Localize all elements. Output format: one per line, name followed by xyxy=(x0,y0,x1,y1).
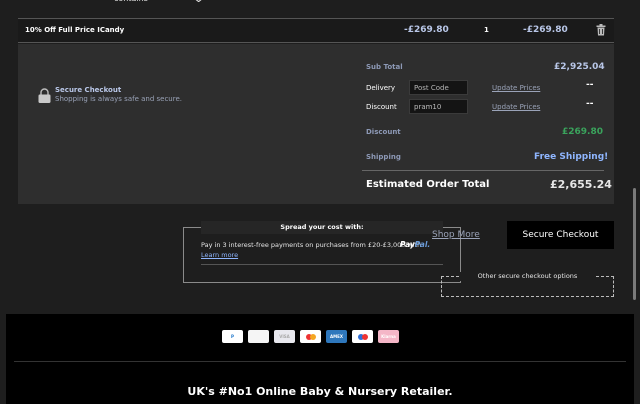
card-circle xyxy=(361,333,368,340)
subtotal-value: £2,925.04 xyxy=(554,62,605,72)
postcode-input[interactable] xyxy=(409,80,468,95)
secure-checkout-title: Secure Checkout xyxy=(55,86,122,94)
secure-checkout-button[interactable]: Secure Checkout xyxy=(507,221,614,249)
learn-more-link[interactable]: Learn more xyxy=(201,251,238,259)
divider xyxy=(14,361,626,362)
shipping-label: Shipping xyxy=(366,153,401,161)
card-generic-icon xyxy=(248,330,269,343)
other-checkout-options-label: Other secure checkout options xyxy=(460,272,595,281)
contains-label: contains xyxy=(114,0,148,3)
finance-text: Pay in 3 interest-free payments on purch… xyxy=(201,241,422,249)
estimated-total-label: Estimated Order Total xyxy=(366,179,490,190)
paypal-icon: P xyxy=(222,330,243,343)
finance-heading: Spread your cost with: xyxy=(201,221,443,234)
order-summary-panel: Secure Checkout Shopping is always safe … xyxy=(18,44,614,204)
update-prices-link-delivery[interactable]: Update Prices xyxy=(492,84,540,92)
card-circle xyxy=(309,333,316,340)
payment-methods: P VISA AMEX Klarna xyxy=(222,330,399,343)
discount-code-input[interactable] xyxy=(409,99,468,114)
delivery-label: Delivery xyxy=(366,84,396,92)
update-prices-link-discount[interactable]: Update Prices xyxy=(492,103,540,111)
scrollbar-thumb[interactable] xyxy=(633,188,636,300)
discount-code-label: Discount xyxy=(366,103,397,111)
divider xyxy=(201,264,443,265)
shop-more-link[interactable]: Shop More xyxy=(432,230,480,240)
shipping-value: Free Shipping! xyxy=(534,152,609,162)
discount-amount-value: £269.80 xyxy=(562,127,603,137)
discount-code-value: -- xyxy=(586,99,594,109)
maestro-icon xyxy=(352,330,373,343)
amex-icon: AMEX xyxy=(326,330,347,343)
footer-tagline: UK's #No1 Online Baby & Nursery Retailer… xyxy=(187,385,453,398)
divider xyxy=(362,170,604,171)
discount-line-total: -£269.80 xyxy=(523,25,568,35)
discount-line-price: -£269.80 xyxy=(404,25,449,35)
discount-line-name: 10% Off Full Price ICandy xyxy=(25,26,125,34)
paypal-logo: PayPal. xyxy=(400,240,431,249)
visa-icon: VISA xyxy=(274,330,295,343)
chevron-down-icon[interactable]: ⌄ xyxy=(193,0,205,5)
estimated-total-value: £2,655.24 xyxy=(550,178,612,191)
klarna-icon: Klarna xyxy=(378,330,399,343)
trash-icon[interactable] xyxy=(596,24,606,36)
mastercard-icon xyxy=(300,330,321,343)
subtotal-label: Sub Total xyxy=(366,63,403,71)
secure-checkout-subtitle: Shopping is always safe and secure. xyxy=(55,95,183,103)
lock-icon xyxy=(38,88,51,103)
discount-amount-label: Discount xyxy=(366,128,401,136)
basket-row-discount: 10% Off Full Price ICandy -£269.80 1 -£2… xyxy=(18,19,614,43)
discount-line-qty: 1 xyxy=(484,26,489,34)
delivery-value: -- xyxy=(586,80,594,90)
